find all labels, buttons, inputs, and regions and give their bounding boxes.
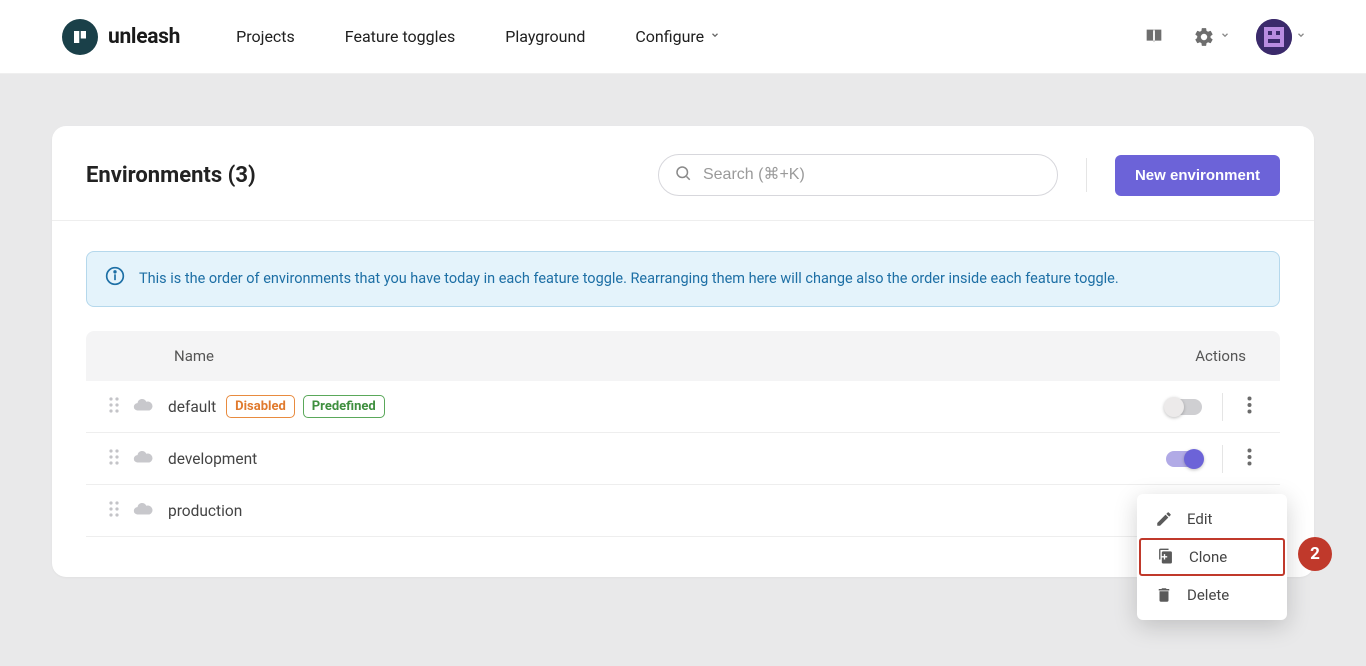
brand-logo[interactable]: unleash bbox=[62, 19, 180, 55]
cloud-icon bbox=[132, 394, 154, 420]
enable-toggle[interactable] bbox=[1166, 399, 1202, 415]
settings-menu[interactable] bbox=[1192, 25, 1230, 49]
menu-item-clone[interactable]: Clone bbox=[1139, 538, 1285, 576]
enable-toggle[interactable] bbox=[1166, 451, 1202, 467]
drag-handle-icon[interactable] bbox=[104, 392, 124, 422]
page-title: Environments (3) bbox=[86, 163, 256, 188]
search-icon bbox=[674, 164, 692, 186]
cloud-icon bbox=[132, 498, 154, 524]
menu-item-edit[interactable]: Edit bbox=[1137, 500, 1287, 538]
more-actions-button[interactable] bbox=[1243, 444, 1256, 474]
cloud-icon bbox=[132, 446, 154, 472]
pencil-icon bbox=[1155, 510, 1173, 528]
environments-panel: Environments (3) New environment This is… bbox=[52, 126, 1314, 577]
more-actions-button[interactable] bbox=[1243, 392, 1256, 422]
gear-icon bbox=[1192, 25, 1216, 49]
primary-nav: Projects Feature toggles Playground Conf… bbox=[236, 27, 720, 46]
info-icon bbox=[105, 266, 125, 292]
table-row: default Disabled Predefined bbox=[86, 381, 1280, 433]
nav-feature-toggles[interactable]: Feature toggles bbox=[345, 27, 455, 46]
chevron-down-icon bbox=[1296, 30, 1306, 43]
chevron-down-icon bbox=[1220, 30, 1230, 43]
banner-text: This is the order of environments that y… bbox=[139, 269, 1119, 289]
new-environment-button[interactable]: New environment bbox=[1115, 155, 1280, 196]
status-badge-predefined: Predefined bbox=[303, 395, 385, 418]
environments-table: Name Actions default Disabled Predefined bbox=[86, 331, 1280, 537]
divider bbox=[1086, 158, 1087, 192]
clone-icon bbox=[1157, 548, 1175, 566]
nav-configure[interactable]: Configure bbox=[635, 27, 720, 46]
menu-item-label: Edit bbox=[1187, 510, 1212, 528]
trash-icon bbox=[1155, 586, 1173, 604]
drag-handle-icon[interactable] bbox=[104, 444, 124, 474]
chevron-down-icon bbox=[710, 30, 720, 43]
nav-projects[interactable]: Projects bbox=[236, 27, 295, 46]
nav-playground[interactable]: Playground bbox=[505, 27, 585, 46]
badge-group: Disabled Predefined bbox=[226, 395, 385, 418]
env-name: default bbox=[168, 398, 216, 416]
search-input[interactable] bbox=[658, 154, 1058, 196]
context-menu: Edit Clone Delete bbox=[1137, 494, 1287, 620]
table-row: development bbox=[86, 433, 1280, 485]
panel-header: Environments (3) New environment bbox=[52, 126, 1314, 221]
nav-configure-label: Configure bbox=[635, 27, 704, 46]
divider bbox=[1222, 445, 1223, 473]
row-actions bbox=[1166, 392, 1256, 422]
status-badge-disabled: Disabled bbox=[226, 395, 295, 418]
row-actions bbox=[1166, 444, 1256, 474]
menu-item-label: Delete bbox=[1187, 586, 1229, 604]
table-row: production bbox=[86, 485, 1280, 537]
avatar bbox=[1256, 19, 1292, 55]
search-container bbox=[658, 154, 1058, 196]
user-menu[interactable] bbox=[1256, 19, 1306, 55]
logo-mark-icon bbox=[62, 19, 98, 55]
menu-item-delete[interactable]: Delete bbox=[1137, 576, 1287, 614]
menu-item-label: Clone bbox=[1189, 548, 1227, 566]
drag-handle-icon[interactable] bbox=[104, 496, 124, 526]
col-name: Name bbox=[174, 347, 214, 365]
top-navbar: unleash Projects Feature toggles Playgro… bbox=[0, 0, 1366, 74]
annotation-step-marker: 2 bbox=[1298, 537, 1332, 571]
docs-icon[interactable] bbox=[1142, 25, 1166, 49]
info-banner: This is the order of environments that y… bbox=[86, 251, 1280, 307]
divider bbox=[1222, 393, 1223, 421]
table-header: Name Actions bbox=[86, 331, 1280, 381]
col-actions: Actions bbox=[1195, 347, 1256, 365]
topbar-actions bbox=[1142, 19, 1306, 55]
brand-name: unleash bbox=[108, 25, 180, 49]
env-name: production bbox=[168, 502, 242, 520]
env-name: development bbox=[168, 450, 257, 468]
